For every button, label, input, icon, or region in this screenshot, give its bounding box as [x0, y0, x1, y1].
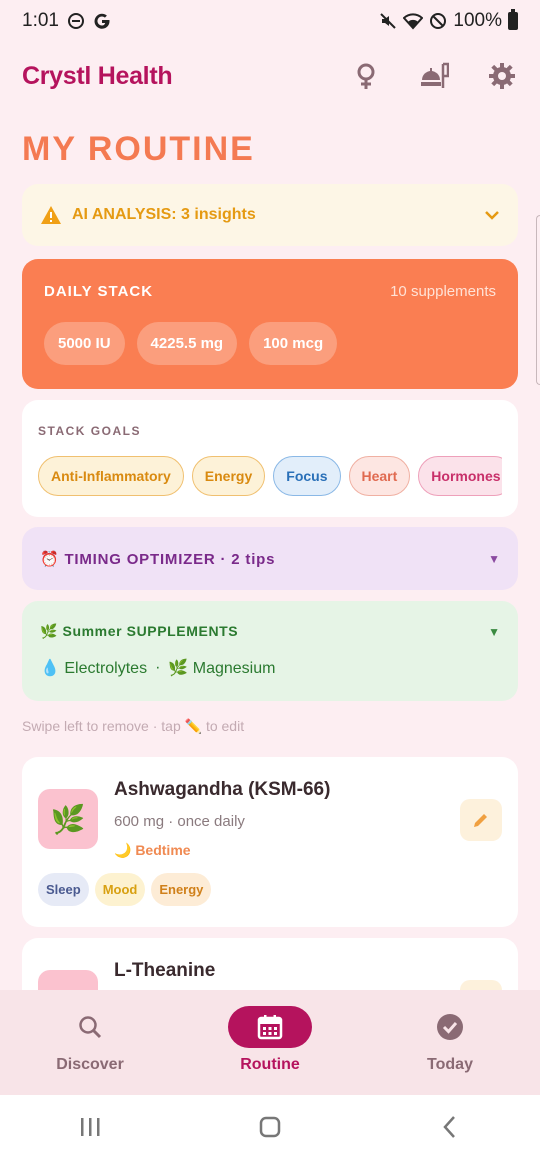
stack-pill-iu: 5000 IU [44, 322, 125, 365]
home-icon[interactable] [240, 1107, 300, 1147]
stack-goals-title: STACK GOALS [38, 424, 141, 438]
battery-percent: 100% [453, 10, 502, 31]
female-icon[interactable] [350, 60, 382, 92]
tag-mood: Mood [94, 873, 146, 906]
status-left: 1:01 [22, 10, 111, 32]
system-nav-bar [0, 1095, 540, 1158]
summer-items: 💧 Electrolytes · 🌿 Magnesium [40, 658, 500, 678]
tag-energy: Energy [151, 873, 212, 906]
nav-routine-label: Routine [240, 1056, 300, 1073]
supplement-row: 🌿 Ashwagandha (KSM-66) 600 mg · once dai… [38, 777, 502, 859]
nav-today[interactable]: Today [375, 1006, 525, 1074]
brand-title: Crystl Health [22, 61, 173, 90]
nav-discover-label: Discover [56, 1056, 124, 1073]
supplement-tags: Sleep Mood Energy [38, 873, 502, 906]
stack-goals-card: STACK GOALS Anti-Inflammatory Energy Foc… [22, 400, 518, 517]
daily-stack-header: DAILY STACK 10 supplements [44, 283, 496, 300]
nav-discover-icon-wrap [48, 1006, 132, 1048]
recent-apps-icon[interactable] [60, 1107, 120, 1147]
scrollbar[interactable] [536, 215, 540, 385]
timing-optimizer-label: ⏰ TIMING OPTIMIZER · 2 tips [40, 550, 276, 568]
nav-discover[interactable]: Discover [15, 1006, 165, 1074]
summer-title: 🌿 Summer SUPPLEMENTS [40, 623, 239, 639]
warning-icon [41, 206, 61, 224]
daily-stack-title: DAILY STACK [44, 283, 154, 300]
summer-supplements-card[interactable]: 🌿 Summer SUPPLEMENTS ▼ 💧 Electrolytes · … [22, 601, 518, 701]
check-circle-icon [437, 1014, 463, 1040]
supplement-name: Ashwagandha (KSM-66) [114, 779, 331, 800]
stack-pill-mcg: 100 mcg [249, 322, 338, 365]
summer-separator: · [155, 659, 161, 676]
summer-item-magnesium: 🌿 Magnesium [168, 660, 276, 677]
status-time: 1:01 [22, 10, 59, 31]
stack-pill-mg: 4225.5 mg [136, 322, 238, 365]
search-icon [79, 1016, 102, 1039]
app-bar: Crystl Health [22, 52, 518, 100]
bottom-nav: Discover Routine Today [0, 990, 540, 1095]
swipe-hint: Swipe left to remove · tap ✏️ to edit [22, 718, 245, 734]
page-title: MY ROUTINE [22, 130, 255, 168]
goal-chips: Anti-Inflammatory Energy Focus Heart Hor… [38, 456, 502, 496]
mute-icon [380, 13, 397, 29]
nav-routine-icon-wrap [228, 1006, 312, 1048]
goal-chip-focus[interactable]: Focus [273, 456, 341, 496]
supplement-name: L-Theanine [114, 960, 216, 981]
wifi-icon [403, 13, 424, 30]
battery-icon [508, 9, 518, 30]
caret-down-icon[interactable]: ▼ [488, 625, 500, 639]
goal-chip-hormones[interactable]: Hormones [418, 456, 502, 496]
daily-stack-pills: 5000 IU 4225.5 mg 100 mcg [44, 322, 496, 365]
herb-icon: 🌿 [38, 789, 98, 849]
food-icon[interactable] [418, 60, 450, 92]
tag-sleep: Sleep [38, 873, 89, 906]
blocked-icon [430, 13, 447, 29]
calendar-icon [257, 1015, 283, 1040]
timing-optimizer-card[interactable]: ⏰ TIMING OPTIMIZER · 2 tips ▼ [22, 527, 518, 590]
goal-chip-anti-inflammatory[interactable]: Anti-Inflammatory [38, 456, 184, 496]
ai-analysis-label: AI ANALYSIS: 3 insights [72, 206, 256, 223]
goal-chip-heart[interactable]: Heart [348, 456, 411, 496]
pencil-icon [474, 814, 487, 827]
status-right: 100% [379, 9, 518, 32]
supplement-card[interactable]: 🌿 Ashwagandha (KSM-66) 600 mg · once dai… [22, 757, 518, 927]
edit-button[interactable] [460, 799, 502, 841]
dnd-icon [67, 13, 84, 29]
nav-today-icon-wrap [408, 1006, 492, 1048]
summer-header: 🌿 Summer SUPPLEMENTS ▼ [40, 623, 500, 640]
settings-gear-icon[interactable] [486, 60, 518, 92]
google-icon [94, 13, 110, 29]
supplement-time: 🌙 Bedtime [114, 842, 191, 858]
caret-down-icon[interactable]: ▼ [488, 552, 500, 566]
ai-analysis-left: AI ANALYSIS: 3 insights [40, 205, 256, 225]
app-actions [350, 60, 518, 92]
supplement-dose: 600 mg · once daily [114, 813, 245, 830]
status-bar: 1:01 100% [0, 0, 540, 42]
supplement-info: Ashwagandha (KSM-66) 600 mg · once daily… [114, 777, 444, 859]
daily-stack-card: DAILY STACK 10 supplements 5000 IU 4225.… [22, 259, 518, 389]
nav-today-label: Today [427, 1056, 473, 1073]
back-icon[interactable] [420, 1107, 480, 1147]
nav-routine[interactable]: Routine [195, 1006, 345, 1074]
ai-analysis-card[interactable]: AI ANALYSIS: 3 insights [22, 184, 518, 246]
daily-stack-count: 10 supplements [390, 283, 496, 300]
summer-item-electrolytes: 💧 Electrolytes [40, 660, 148, 677]
goal-chip-energy[interactable]: Energy [191, 456, 266, 496]
chevron-down-icon[interactable] [484, 210, 500, 220]
